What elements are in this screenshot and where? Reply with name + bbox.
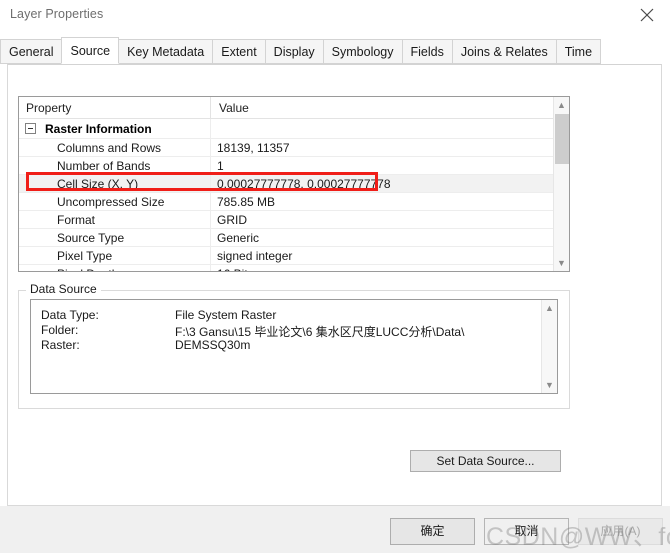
row-column-divider	[210, 193, 211, 210]
data-type-label: Data Type:	[41, 308, 99, 322]
group-label: Raster Information	[45, 122, 152, 136]
tab-general[interactable]: General	[0, 39, 63, 64]
property-grid-scrollbar[interactable]: ▲ ▼	[553, 97, 569, 271]
column-header-value[interactable]: Value	[219, 101, 249, 115]
row-value: 16 Bit	[217, 267, 248, 271]
ok-button[interactable]: 确定	[390, 518, 475, 545]
cancel-button[interactable]: 取消	[484, 518, 569, 545]
raster-property-grid[interactable]: Property Value Raster Information Column…	[18, 96, 570, 272]
collapse-minus-icon[interactable]	[25, 123, 36, 134]
row-value: 18139, 11357	[217, 141, 290, 155]
tab-joins-relates[interactable]: Joins & Relates	[451, 39, 557, 64]
row-property-label: Source Type	[57, 231, 125, 245]
data-source-legend: Data Source	[26, 282, 101, 296]
window-title: Layer Properties	[10, 7, 104, 21]
row-value: GRID	[217, 213, 247, 227]
row-column-divider	[210, 229, 211, 246]
header-column-divider	[210, 97, 211, 118]
row-column-divider	[210, 175, 211, 192]
table-row-cell-size[interactable]: Cell Size (X, Y) 0.00027777778, 0.000277…	[19, 175, 569, 193]
row-property-label: Format	[57, 213, 96, 227]
tab-key-metadata[interactable]: Key Metadata	[118, 39, 214, 64]
table-row[interactable]: Uncompressed Size 785.85 MB	[19, 193, 569, 211]
row-property-label: Columns and Rows	[57, 141, 162, 155]
raster-label: Raster:	[41, 338, 80, 352]
tab-extent[interactable]: Extent	[212, 39, 266, 64]
column-header-property[interactable]: Property	[26, 101, 71, 115]
row-column-divider	[210, 247, 211, 264]
row-column-divider	[210, 157, 211, 174]
data-source-scrollbar[interactable]: ▲ ▼	[541, 300, 557, 393]
dialog-footer	[0, 506, 670, 553]
scrollbar-thumb[interactable]	[555, 114, 569, 164]
table-row[interactable]: Number of Bands 1	[19, 157, 569, 175]
chevron-down-icon[interactable]: ▼	[554, 255, 569, 271]
row-value: signed integer	[217, 249, 293, 263]
row-value: Generic	[217, 231, 260, 245]
close-glyph	[640, 8, 654, 22]
row-column-divider	[210, 139, 211, 156]
grid-body: Raster Information Columns and Rows 1813…	[19, 119, 569, 271]
row-property-label: Number of Bands	[57, 159, 151, 173]
table-row[interactable]: Format GRID	[19, 211, 569, 229]
tab-source[interactable]: Source	[61, 37, 120, 64]
row-property-label: Pixel Type	[57, 249, 113, 263]
row-value: 785.85 MB	[217, 195, 276, 209]
row-property-label: Cell Size (X, Y)	[57, 177, 139, 191]
tab-time[interactable]: Time	[555, 39, 602, 64]
data-type-value: File System Raster	[175, 308, 277, 322]
data-source-textbox[interactable]: Data Type: File System Raster Folder: F:…	[30, 299, 558, 394]
tab-display[interactable]: Display	[264, 39, 324, 64]
source-tab-panel: Property Value Raster Information Column…	[7, 64, 662, 506]
tab-symbology[interactable]: Symbology	[322, 39, 403, 64]
chevron-up-icon[interactable]: ▲	[554, 97, 569, 113]
grid-header-row: Property Value	[19, 97, 569, 119]
apply-button: 应用(A)	[578, 518, 663, 545]
chevron-down-icon[interactable]: ▼	[542, 377, 557, 393]
row-property-label: Pixel Depth	[57, 267, 118, 271]
data-source-group: Data Source Data Type: File System Raste…	[18, 282, 570, 409]
table-row[interactable]: Source Type Generic	[19, 229, 569, 247]
table-row[interactable]: Columns and Rows 18139, 11357	[19, 139, 569, 157]
table-row[interactable]: Pixel Depth 16 Bit	[19, 265, 569, 271]
tab-strip: General Source Key Metadata Extent Displ…	[0, 37, 670, 65]
grid-group-row-raster-information[interactable]: Raster Information	[19, 119, 569, 139]
row-column-divider	[210, 119, 211, 138]
folder-label: Folder:	[41, 323, 79, 337]
row-column-divider	[210, 211, 211, 228]
close-icon[interactable]	[624, 0, 670, 28]
row-value: 1	[217, 159, 224, 173]
table-row[interactable]: Pixel Type signed integer	[19, 247, 569, 265]
row-value: 0.00027777778, 0.00027777778	[217, 177, 391, 191]
row-column-divider	[210, 265, 211, 271]
title-bar: Layer Properties	[0, 0, 670, 30]
chevron-up-icon[interactable]: ▲	[542, 300, 557, 316]
tab-fields[interactable]: Fields	[401, 39, 453, 64]
row-property-label: Uncompressed Size	[57, 195, 165, 209]
set-data-source-button[interactable]: Set Data Source...	[410, 450, 561, 472]
raster-value: DEMSSQ30m	[175, 338, 251, 352]
